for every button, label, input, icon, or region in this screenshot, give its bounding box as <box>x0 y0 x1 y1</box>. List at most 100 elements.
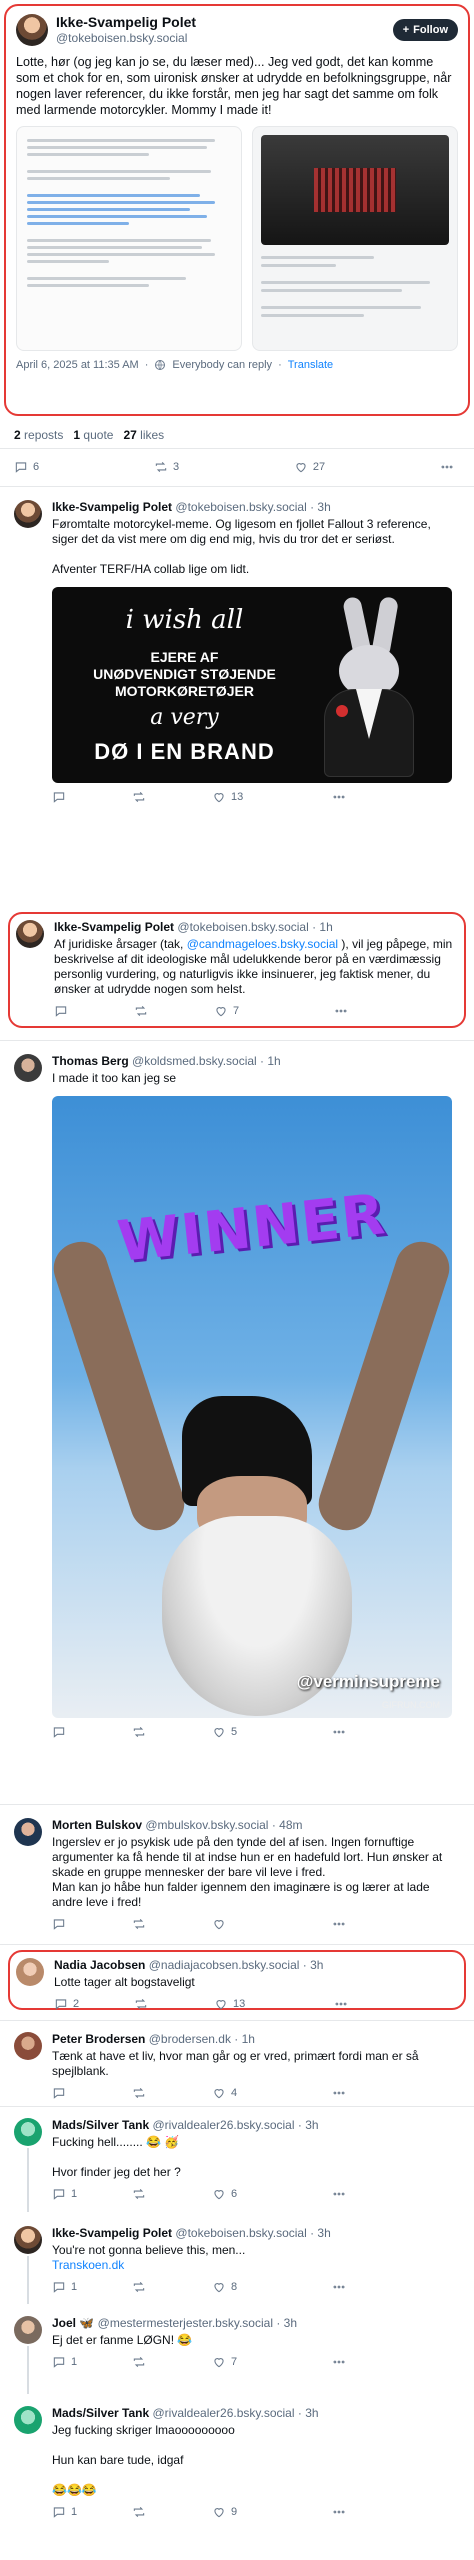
like-button[interactable]: 5 <box>212 1725 332 1739</box>
heart-icon <box>214 1728 224 1738</box>
author-handle[interactable]: @tokeboisen.bsky.social <box>56 31 393 46</box>
repost-icon <box>133 2087 145 2099</box>
avatar[interactable] <box>16 14 48 46</box>
author-handle[interactable]: @nadiajacobsen.bsky.social <box>149 1958 300 1972</box>
avatar[interactable] <box>14 2118 42 2146</box>
like-button[interactable]: 6 <box>212 2187 332 2201</box>
translate-link[interactable]: Translate <box>288 359 333 371</box>
author-name[interactable]: Joel 🦋 <box>52 2316 94 2330</box>
author-name[interactable]: Ikke-Svampelig Polet <box>52 2226 172 2240</box>
more-icon <box>333 2091 345 2095</box>
more-button[interactable] <box>332 2505 346 2519</box>
image-article-screenshot[interactable] <box>16 126 242 351</box>
heart-icon <box>296 463 306 473</box>
repost-button[interactable] <box>134 1004 214 1018</box>
repost-button[interactable] <box>132 2280 212 2294</box>
author-name[interactable]: Thomas Berg <box>52 1054 129 1068</box>
more-button[interactable] <box>332 1917 346 1931</box>
author-handle[interactable]: @mestermesterjester.bsky.social <box>98 2316 273 2330</box>
reply-button[interactable]: 1 <box>52 2187 132 2201</box>
quotes-count[interactable]: 1 quote <box>73 428 113 442</box>
image-post-screenshot[interactable] <box>252 126 458 351</box>
audience-label[interactable]: Everybody can reply <box>172 359 272 371</box>
reposts-count[interactable]: 2 reposts <box>14 428 63 442</box>
repost-button[interactable] <box>132 2355 212 2369</box>
like-button[interactable]: 7 <box>212 2355 332 2369</box>
repost-button[interactable] <box>132 1917 212 1931</box>
divider <box>0 1040 474 1041</box>
reply-button[interactable]: 2 <box>54 1997 134 2011</box>
more-button[interactable] <box>334 1997 348 2011</box>
reply-button[interactable]: 1 <box>52 2355 132 2369</box>
author-handle[interactable]: @rivaldealer26.bsky.social <box>153 2406 295 2420</box>
more-button[interactable] <box>332 2187 346 2201</box>
author-name[interactable]: Ikke-Svampelig Polet <box>52 500 172 514</box>
author-name[interactable]: Mads/Silver Tank <box>52 2118 149 2132</box>
author-name[interactable]: Mads/Silver Tank <box>52 2406 149 2420</box>
repost-button[interactable] <box>134 1997 214 2011</box>
author-handle[interactable]: @tokeboisen.bsky.social <box>175 2226 306 2240</box>
reply-button[interactable]: 6 <box>14 460 39 474</box>
author-name[interactable]: Peter Brodersen <box>52 2032 145 2046</box>
author-name[interactable]: Ikke-Svampelig Polet <box>54 920 174 934</box>
avatar[interactable] <box>14 2316 42 2344</box>
reply-button[interactable]: 1 <box>52 2280 132 2294</box>
post-time: · 3h <box>310 500 331 514</box>
repost-button[interactable] <box>132 2187 212 2201</box>
like-button[interactable]: 13 <box>212 790 332 804</box>
engagement-counts: 2 reposts 1 quote 27 likes <box>14 428 164 442</box>
avatar[interactable] <box>16 1958 44 1986</box>
more-button[interactable] <box>334 1004 348 1018</box>
likes-count[interactable]: 27 likes <box>123 428 164 442</box>
author-handle[interactable]: @koldsmed.bsky.social <box>132 1054 257 1068</box>
gif-image[interactable]: WINNER @verminsupreme GIFRUN.COM <box>52 1096 452 1718</box>
reply-button[interactable]: 1 <box>52 2505 132 2519</box>
repost-button[interactable] <box>132 790 212 804</box>
more-icon <box>335 1009 347 1013</box>
more-button[interactable] <box>332 1725 346 1739</box>
avatar[interactable] <box>14 1818 42 1846</box>
author-handle[interactable]: @rivaldealer26.bsky.social <box>153 2118 295 2132</box>
like-button[interactable]: 7 <box>214 1004 334 1018</box>
author-name[interactable]: Morten Bulskov <box>52 1818 142 1832</box>
author-handle[interactable]: @brodersen.dk <box>149 2032 231 2046</box>
like-button[interactable] <box>212 1917 332 1931</box>
author-handle[interactable]: @mbulskov.bsky.social <box>145 1818 268 1832</box>
repost-button[interactable]: 3 <box>154 460 179 474</box>
post-date: April 6, 2025 at 11:35 AM <box>16 359 139 371</box>
meme-image[interactable]: i wish all EJERE AF UNØDVENDIGT STØJENDE… <box>52 587 452 783</box>
more-button[interactable] <box>440 460 454 474</box>
meme-line-4: DØ I EN BRAND <box>94 739 275 764</box>
avatar[interactable] <box>14 500 42 528</box>
mention-link[interactable]: @candmageloes.bsky.social <box>187 937 338 951</box>
avatar[interactable] <box>14 2226 42 2254</box>
repost-button[interactable] <box>132 1725 212 1739</box>
author-handle[interactable]: @tokeboisen.bsky.social <box>175 500 306 514</box>
avatar[interactable] <box>14 1054 42 1082</box>
reply-action-bar <box>52 1916 460 1932</box>
reply-button[interactable] <box>54 1004 134 1018</box>
author-name[interactable]: Nadia Jacobsen <box>54 1958 145 1972</box>
repost-button[interactable] <box>132 2086 212 2100</box>
like-button[interactable]: 4 <box>212 2086 332 2100</box>
reply-button[interactable] <box>52 1917 132 1931</box>
more-button[interactable] <box>332 2355 346 2369</box>
transkoen-link[interactable]: Transkoen.dk <box>52 2258 124 2272</box>
more-button[interactable] <box>332 2086 346 2100</box>
reply-button[interactable] <box>52 1725 132 1739</box>
like-button[interactable]: 9 <box>212 2505 332 2519</box>
author-name[interactable]: Ikke-Svampelig Polet <box>56 14 393 31</box>
reply-button[interactable] <box>52 2086 132 2100</box>
avatar[interactable] <box>14 2406 42 2434</box>
like-button[interactable]: 27 <box>294 460 325 474</box>
like-button[interactable]: 8 <box>212 2280 332 2294</box>
avatar[interactable] <box>16 920 44 948</box>
author-handle[interactable]: @tokeboisen.bsky.social <box>177 920 308 934</box>
like-button[interactable]: 13 <box>214 1997 334 2011</box>
more-button[interactable] <box>332 790 346 804</box>
avatar[interactable] <box>14 2032 42 2060</box>
reply-button[interactable] <box>52 790 132 804</box>
more-button[interactable] <box>332 2280 346 2294</box>
follow-button[interactable]: + Follow <box>392 19 458 41</box>
repost-button[interactable] <box>132 2505 212 2519</box>
